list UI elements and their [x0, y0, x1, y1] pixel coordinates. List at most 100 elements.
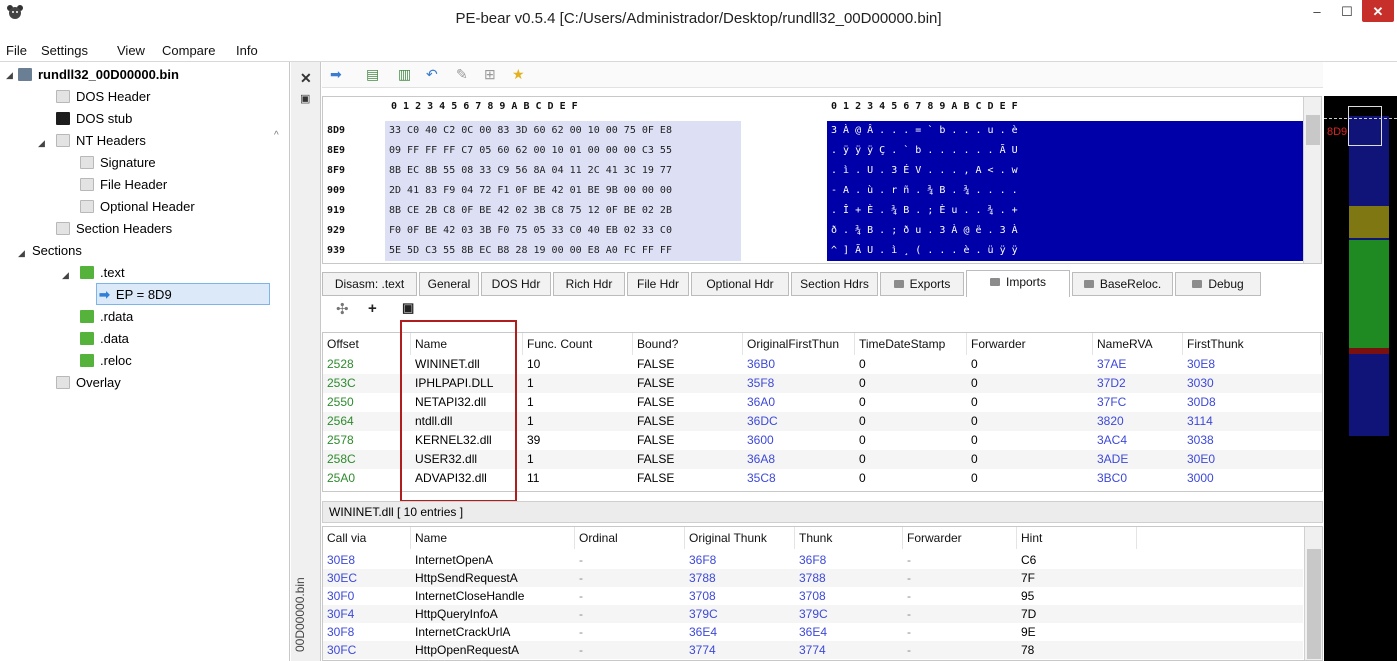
tab-disasm-text[interactable]: Disasm: .text [322, 272, 417, 296]
file-minimap[interactable]: 8D9 [1324, 96, 1397, 661]
table-row[interactable]: 30F4 HttpQueryInfoA - 379C 379C - 7D [323, 605, 1303, 623]
tab-dos-hdr[interactable]: DOS Hdr [481, 272, 551, 296]
column-header[interactable]: Thunk [795, 527, 903, 549]
ascii-row[interactable]: . ÿ ÿ ÿ Ç . ` b . . . . . . Ã U [827, 141, 1303, 161]
tree-item-text-section[interactable]: .text [80, 262, 125, 284]
menu-file[interactable]: File [6, 43, 27, 58]
scroll-thumb[interactable] [1306, 115, 1320, 145]
star-icon[interactable]: ★ [512, 66, 525, 83]
column-header[interactable]: TimeDateStamp [855, 333, 967, 355]
table-row[interactable]: 30FC HttpOpenRequestA - 3774 3774 - 78 [323, 641, 1303, 659]
column-header[interactable]: Func. Count [523, 333, 633, 355]
column-header[interactable]: Offset [323, 333, 411, 355]
hex-row-bytes[interactable]: 5E 5D C3 55 8B EC B8 28 19 00 00 E8 A0 F… [385, 241, 741, 261]
column-header[interactable]: Forwarder [967, 333, 1093, 355]
tab-general[interactable]: General [419, 272, 479, 296]
collapse-arrow-icon[interactable]: ◢ [18, 248, 25, 259]
tree-item-sections[interactable]: Sections [32, 240, 82, 262]
save-imports-icon[interactable]: ▣ [402, 300, 414, 316]
hex-row-bytes[interactable]: 33 C0 40 C2 0C 00 83 3D 60 62 00 10 00 7… [385, 121, 741, 141]
tree-item-dos-stub[interactable]: DOS stub [56, 108, 132, 130]
hex-row-bytes[interactable]: 09 FF FF FF C7 05 60 62 00 10 01 00 00 0… [385, 141, 741, 161]
move-icon[interactable]: ✣ [336, 300, 349, 318]
table-row[interactable]: 30E8 InternetOpenA - 36F8 36F8 - C6 [323, 551, 1303, 569]
menu-bar: File Settings View Compare Info [0, 40, 1397, 62]
hex-row-bytes[interactable]: 2D 41 83 F9 04 72 F1 0F BE 42 01 BE 9B 0… [385, 181, 741, 201]
collapse-arrow-icon[interactable]: ◢ [6, 70, 13, 81]
menu-info[interactable]: Info [236, 43, 258, 58]
tab-basereloc[interactable]: BaseReloc. [1072, 272, 1173, 296]
column-header[interactable]: Forwarder [903, 527, 1017, 549]
hex-bytes-view[interactable]: 0 1 2 3 4 5 6 7 8 9 A B C D E F 8D9 33 C0… [323, 97, 821, 263]
tree-item-dos-header[interactable]: DOS Header [56, 86, 150, 108]
column-header[interactable]: Call via [323, 527, 411, 549]
ascii-row[interactable]: . ì . U . 3 É V . . . , A < . w [827, 161, 1303, 181]
tab-debug[interactable]: Debug [1175, 272, 1261, 296]
hex-row-bytes[interactable]: 8B CE 2B C8 0F BE 42 02 3B C8 75 12 0F B… [385, 201, 741, 221]
tree-item-signature[interactable]: Signature [80, 152, 156, 174]
table-cell: HttpSendRequestA [415, 571, 518, 585]
table-row[interactable]: 30F8 InternetCrackUrlA - 36E4 36E4 - 9E [323, 623, 1303, 641]
tab-exports[interactable]: Exports [880, 272, 964, 296]
tree-item-rdata-section[interactable]: .rdata [80, 306, 133, 328]
close-button[interactable]: ✕ [1362, 0, 1394, 22]
minimize-button[interactable]: – [1302, 0, 1332, 24]
add-section-icon[interactable]: ⊞ [484, 66, 496, 83]
column-header[interactable]: OriginalFirstThun [743, 333, 855, 355]
table-cell: 3788 [799, 571, 826, 585]
edit-icon[interactable]: ✎ [456, 66, 468, 83]
undo-icon[interactable]: ↶ [426, 66, 438, 83]
ascii-row[interactable]: ð . ¾ B . ; ð u . 3 À @ ë . 3 À [827, 221, 1303, 241]
column-header[interactable]: Original Thunk [685, 527, 795, 549]
menu-view[interactable]: View [117, 43, 145, 58]
ascii-row[interactable]: . Î + È . ¾ B . ; È u . . ¾ . + [827, 201, 1303, 221]
save-icon[interactable]: ▤ [366, 66, 379, 83]
tree-scroll-up-icon[interactable]: ^ [274, 130, 279, 141]
tree-item-root[interactable]: rundll32_00D00000.bin [18, 64, 179, 86]
column-header[interactable]: NameRVA [1093, 333, 1183, 355]
tab-optional-hdr[interactable]: Optional Hdr [691, 272, 789, 296]
hex-ascii-view[interactable]: 0 1 2 3 4 5 6 7 8 9 A B C D E F 3 À @ Â … [827, 97, 1303, 263]
collapse-arrow-icon[interactable]: ◢ [38, 138, 45, 149]
functions-scrollbar[interactable] [1304, 527, 1322, 660]
tree-item-data-section[interactable]: .data [80, 328, 129, 350]
table-row[interactable]: 30EC HttpSendRequestA - 3788 3788 - 7F [323, 569, 1303, 587]
hex-row-bytes[interactable]: 8B EC 8B 55 08 33 C9 56 8A 04 11 2C 41 3… [385, 161, 741, 181]
tree-item-section-headers[interactable]: Section Headers [56, 218, 172, 240]
minimap-viewport[interactable] [1348, 106, 1382, 146]
ascii-row[interactable]: ^ ] Ã U . ì ¸ ( . . . è . ü ÿ ÿ [827, 241, 1303, 261]
table-cell: 30D8 [1187, 395, 1216, 409]
tree-item-file-header[interactable]: File Header [80, 174, 167, 196]
scroll-thumb[interactable] [1307, 549, 1321, 659]
column-header[interactable]: FirstThunk [1183, 333, 1321, 355]
table-row[interactable]: 30F0 InternetCloseHandle - 3708 3708 - 95 [323, 587, 1303, 605]
menu-settings[interactable]: Settings [41, 43, 88, 58]
tab-section-hdrs[interactable]: Section Hdrs [791, 272, 878, 296]
ascii-row[interactable]: - A . ù . r ñ . ¾ B . ¾ . . . . [827, 181, 1303, 201]
dock-panel-icon[interactable]: ▣ [300, 92, 310, 105]
file-tab-label[interactable]: 00D00000.bin [293, 577, 307, 652]
tab-rich-hdr[interactable]: Rich Hdr [553, 272, 625, 296]
ascii-row[interactable]: 3 À @ Â . . . = ` b . . . u . è [827, 121, 1303, 141]
maximize-button[interactable]: ☐ [1332, 0, 1362, 24]
export-icon[interactable]: ▥ [398, 66, 411, 83]
hex-row-bytes[interactable]: F0 0F BE 42 03 3B F0 75 05 33 C0 40 EB 0… [385, 221, 741, 241]
hex-scrollbar[interactable] [1303, 97, 1321, 263]
goto-entry-icon[interactable]: ➡ [330, 66, 342, 83]
tree-item-reloc-section[interactable]: .reloc [80, 350, 132, 372]
tree-item-entry-point[interactable]: ➡ EP = 8D9 [96, 283, 270, 305]
collapse-arrow-icon[interactable]: ◢ [62, 270, 69, 281]
table-cell: 3774 [799, 643, 826, 657]
tab-file-hdr[interactable]: File Hdr [627, 272, 689, 296]
column-header[interactable]: Name [411, 527, 575, 549]
column-header[interactable]: Ordinal [575, 527, 685, 549]
tree-item-optional-header[interactable]: Optional Header [80, 196, 195, 218]
tree-item-overlay[interactable]: Overlay [56, 372, 121, 394]
tree-item-nt-headers[interactable]: NT Headers [56, 130, 146, 152]
close-panel-icon[interactable]: ✕ [300, 70, 312, 87]
tab-imports[interactable]: Imports [966, 270, 1070, 297]
column-header[interactable]: Hint [1017, 527, 1137, 549]
add-import-icon[interactable]: + [368, 300, 377, 317]
column-header[interactable]: Bound? [633, 333, 743, 355]
menu-compare[interactable]: Compare [162, 43, 215, 58]
